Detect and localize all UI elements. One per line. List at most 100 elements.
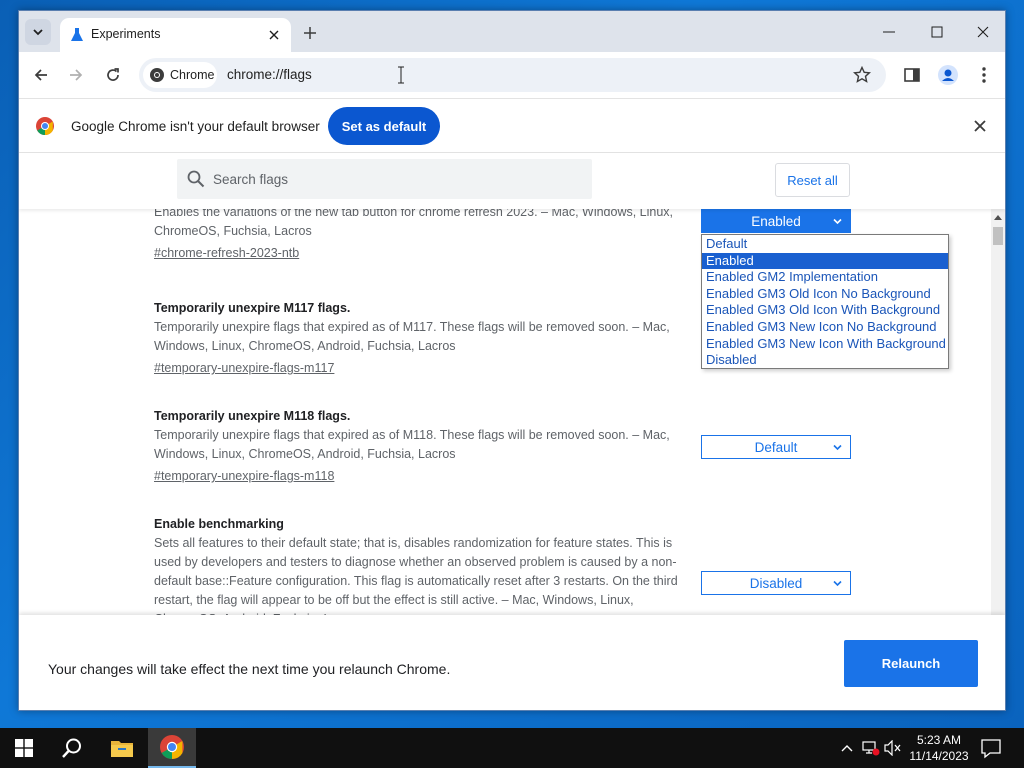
relaunch-footer: Your changes will take effect the next t…	[19, 615, 1005, 710]
chrome-window: Experiments Chrome chrome://flags Google…	[18, 10, 1006, 711]
plus-icon	[304, 27, 316, 39]
tab-search-button[interactable]	[25, 19, 51, 45]
flag-link[interactable]: #temporary-unexpire-flags-m117	[154, 357, 334, 379]
star-icon[interactable]	[853, 66, 871, 84]
tab-search-icon	[33, 29, 43, 36]
close-icon	[974, 120, 986, 132]
search-icon	[187, 170, 205, 188]
flag-temporary-unexpire-m118: Temporarily unexpire M118 flags. Tempora…	[154, 406, 694, 487]
chrome-taskbar-icon	[160, 735, 184, 759]
profile-icon	[938, 65, 958, 85]
dropdown-option[interactable]: Enabled GM3 New Icon With Background	[702, 336, 948, 353]
dropdown-option[interactable]: Enabled GM3 New Icon No Background	[702, 319, 948, 336]
chevron-up-icon	[841, 745, 853, 752]
file-explorer-icon	[111, 741, 133, 757]
default-browser-infobar: Google Chrome isn't your default browser…	[19, 98, 1005, 153]
close-icon	[269, 30, 279, 40]
profile-button[interactable]	[937, 64, 959, 86]
text-cursor-icon	[398, 66, 404, 84]
infobar-close-button[interactable]	[971, 117, 989, 135]
taskbar-clock[interactable]: 5:23 AM 11/14/2023	[904, 732, 974, 764]
infobar-message: Google Chrome isn't your default browser	[71, 119, 320, 134]
close-icon	[977, 26, 989, 38]
minimize-icon	[883, 31, 895, 33]
flag-enable-benchmarking: Enable benchmarking Sets all features to…	[154, 514, 694, 615]
flag-link[interactable]: #temporary-unexpire-flags-m118	[154, 465, 334, 487]
start-button[interactable]	[0, 728, 48, 768]
taskbar-search-icon	[62, 738, 81, 758]
flag-select-value: Default	[754, 439, 798, 455]
flag-description: Temporarily unexpire flags that expired …	[154, 428, 670, 461]
flag-select-chrome-refresh-2023-ntb[interactable]: Enabled	[701, 209, 851, 233]
flag-description: Sets all features to their default state…	[154, 536, 678, 615]
new-tab-button[interactable]	[299, 22, 321, 44]
scrollbar[interactable]	[991, 209, 1005, 615]
scroll-thumb[interactable]	[993, 227, 1003, 245]
flag-title: Temporarily unexpire M117 flags.	[154, 301, 351, 315]
relaunch-message: Your changes will take effect the next t…	[48, 661, 451, 677]
volume-tray-button[interactable]	[884, 739, 902, 757]
url-text[interactable]: chrome://flags	[227, 67, 312, 82]
reset-all-button[interactable]: Reset all	[775, 163, 850, 197]
chevron-down-icon	[833, 218, 842, 225]
tab-close-button[interactable]	[265, 26, 283, 44]
forward-icon	[70, 69, 83, 81]
flags-header: Reset all	[19, 153, 1005, 209]
kebab-menu-icon	[982, 67, 986, 83]
flags-list: Enables the variations of the new tab bu…	[19, 209, 1005, 615]
side-panel-button[interactable]	[901, 64, 923, 86]
flag-title: Temporarily unexpire M118 flags.	[154, 409, 351, 423]
show-hidden-icons-button[interactable]	[838, 739, 856, 757]
set-as-default-button[interactable]: Set as default	[328, 107, 440, 145]
dropdown-option-selected[interactable]: Enabled	[702, 252, 948, 270]
back-button[interactable]	[30, 64, 52, 86]
chevron-up-icon	[994, 215, 1002, 220]
clock-date: 11/14/2023	[909, 749, 969, 763]
search-box[interactable]	[177, 159, 592, 199]
flag-description: Enables the variations of the new tab bu…	[154, 209, 674, 238]
flag-description: Temporarily unexpire flags that expired …	[154, 320, 670, 353]
clock-time: 5:23 AM	[916, 733, 962, 747]
taskbar-chrome[interactable]	[148, 728, 196, 768]
side-panel-icon	[904, 68, 920, 82]
relaunch-button[interactable]: Relaunch	[844, 640, 978, 687]
omnibox[interactable]: Chrome chrome://flags	[139, 58, 886, 92]
forward-button[interactable]	[65, 64, 87, 86]
windows-taskbar: 5:23 AM 11/14/2023	[0, 728, 1024, 768]
chrome-icon	[150, 68, 164, 82]
chrome-menu-button[interactable]	[973, 64, 995, 86]
flag-chrome-refresh-2023-ntb: Enables the variations of the new tab bu…	[154, 209, 694, 264]
volume-muted-icon	[884, 740, 901, 756]
taskbar-search-button[interactable]	[48, 728, 96, 768]
reload-icon	[107, 68, 119, 81]
windows-start-icon	[15, 739, 33, 757]
flag-select-value: Disabled	[749, 575, 803, 591]
dropdown-option[interactable]: Enabled GM3 Old Icon With Background	[702, 302, 948, 319]
dropdown-option[interactable]: Enabled GM3 Old Icon No Background	[702, 286, 948, 303]
flag-options-dropdown: Default Enabled Enabled GM2 Implementati…	[701, 234, 949, 369]
minimize-button[interactable]	[867, 19, 911, 45]
notification-icon[interactable]	[980, 737, 1002, 759]
dropdown-option[interactable]: Default	[702, 236, 948, 253]
site-chip-label: Chrome	[170, 68, 215, 82]
search-flags-input[interactable]	[213, 159, 583, 199]
taskbar-file-explorer[interactable]	[98, 728, 146, 768]
close-window-button[interactable]	[961, 19, 1005, 45]
flag-select-enable-benchmarking[interactable]: Disabled	[701, 571, 851, 595]
maximize-button[interactable]	[915, 19, 959, 45]
dropdown-option[interactable]: Disabled	[702, 352, 948, 369]
flag-link[interactable]: #chrome-refresh-2023-ntb	[154, 242, 299, 264]
network-tray-button[interactable]	[862, 739, 880, 757]
flag-select-temporary-unexpire-m118[interactable]: Default	[701, 435, 851, 459]
flask-icon	[71, 28, 83, 41]
flag-temporary-unexpire-m117: Temporarily unexpire M117 flags. Tempora…	[154, 298, 694, 379]
reload-button[interactable]	[102, 64, 124, 86]
tab-experiments[interactable]: Experiments	[60, 18, 291, 52]
tab-strip: Experiments	[19, 11, 1005, 52]
site-info-chip[interactable]: Chrome	[143, 62, 217, 88]
dropdown-option[interactable]: Enabled GM2 Implementation	[702, 269, 948, 286]
tab-title: Experiments	[91, 27, 161, 41]
chrome-logo-icon	[36, 117, 54, 135]
scroll-up-button[interactable]	[991, 211, 1005, 223]
network-icon	[862, 741, 880, 756]
